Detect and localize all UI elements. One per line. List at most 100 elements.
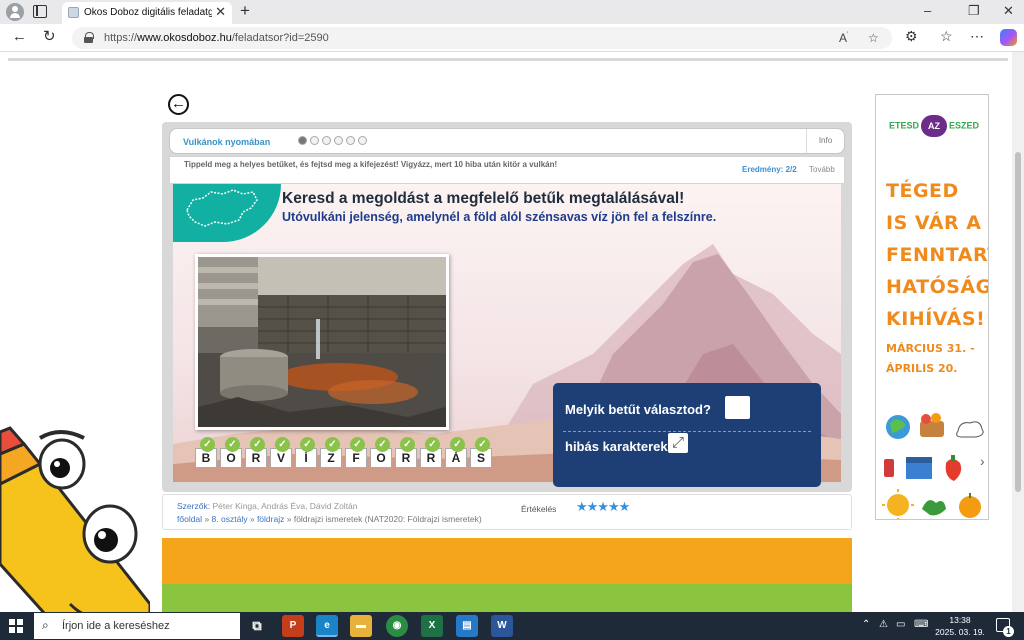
address-bar: ← ↻ https://www.okosdoboz.hu/feladatsor?… [0,24,1024,52]
tab-actions-icon[interactable] [33,5,47,18]
exercise-meta: Szerzők: Péter Kinga, András Éva, Dávid … [162,494,852,530]
check-icon: ✓ [475,437,490,452]
wrong-characters-label: hibás karakterek: [565,439,672,454]
exercise-header: Vulkánok nyomában Info [169,128,845,154]
instruction-bar: Tippeld meg a helyes betűket, és fejtsd … [169,156,845,184]
clock-date: 2025. 03. 19. [935,627,985,637]
url-text: https://www.okosdoboz.hu/feladatsor?id=2… [104,32,329,44]
check-icon: ✓ [425,437,440,452]
rating-stars[interactable]: ★★★★★ [576,499,630,515]
notification-count: 1 [1003,626,1014,637]
letter-tile: R ✓ [395,437,417,468]
favorites-icon[interactable]: ☆ [940,29,953,43]
tray-chevron-icon[interactable]: ⌃ [862,619,870,630]
chrome-icon[interactable]: ◉ [386,615,408,637]
ad-logo: ETESD AZ ESZED [889,115,979,137]
next-button[interactable]: Tovább [809,165,835,174]
taskbar-search[interactable]: ⌕ Írjon ide a kereséshez [34,613,240,639]
system-clock[interactable]: 13:38 2025. 03. 19. [935,614,985,638]
web-page: ← Vulkánok nyomában Info Tippeld meg a h… [0,52,1012,612]
authors: Szerzők: Péter Kinga, András Éva, Dávid … [177,501,358,511]
tab-favicon-icon [68,7,79,18]
breadcrumb-subject-link[interactable]: földrajz [257,514,284,524]
back-icon[interactable]: ← [12,29,27,44]
copilot-icon[interactable] [1000,29,1017,46]
edge-icon[interactable]: e [316,615,338,637]
tab-close-icon[interactable]: ✕ [215,5,226,18]
profile-icon[interactable] [6,3,24,21]
letter-tiles: B ✓ O ✓ R ✓ V ✓ Í ✓ Z ✓ F ✓ O ✓ R ✓ R ✓ Á ✓ S ✓ [195,437,492,468]
excel-icon[interactable]: X [421,615,443,637]
letter-input[interactable] [725,396,750,419]
powerpoint-icon[interactable]: P [282,615,304,637]
check-icon: ✓ [275,437,290,452]
windows-taskbar: ⌕ Írjon ide a kereséshez ⧉ P e ▬ ◉ X ▤ W… [0,612,1024,640]
progress-dot[interactable] [310,136,319,145]
keyboard-icon[interactable]: ⌨ [914,619,928,630]
ad-banner[interactable]: ETESDAZESZED TÉGED IS VÁR A FENNTART-HAT… [875,94,989,520]
tab-title: Okos Doboz digitális feladatgyűjt [84,7,212,18]
hungary-map-icon [186,189,258,227]
search-placeholder: Írjon ide a kereséshez [62,620,170,632]
store-icon[interactable]: ▤ [456,615,478,637]
mineral-spring-image [198,257,446,427]
progress-dot[interactable] [298,136,307,145]
progress-dots [298,136,367,145]
maximize-button[interactable]: ❐ [968,4,980,17]
letter-tile: Z ✓ [320,437,342,468]
progress-dot[interactable] [334,136,343,145]
page-divider [8,58,1008,61]
more-menu-icon[interactable]: ⋯ [970,29,984,43]
letter-tile: Á ✓ [445,437,467,468]
reload-icon[interactable]: ↻ [43,29,56,44]
task-view-icon[interactable]: ⧉ [246,615,268,637]
check-icon: ✓ [375,437,390,452]
progress-dot[interactable] [346,136,355,145]
letter-tile: F ✓ [345,437,367,468]
check-icon: ✓ [400,437,415,452]
panel-divider [563,431,811,432]
start-button-icon[interactable] [9,619,23,633]
pencil-mascot-icon [0,426,150,612]
check-icon: ✓ [325,437,340,452]
breadcrumb-topic: földrajzi ismeretek (NAT2020: Földrajzi … [293,514,482,524]
extensions-icon[interactable]: ⚙ [905,29,918,43]
check-icon: ✓ [300,437,315,452]
progress-dot[interactable] [322,136,331,145]
letter-tile: O ✓ [220,437,242,468]
page-scrollbar[interactable] [1012,52,1024,612]
browser-tab-active[interactable]: Okos Doboz digitális feladatgyűjt ✕ [62,2,232,24]
file-explorer-icon[interactable]: ▬ [350,615,372,637]
browser-tab-strip: Okos Doboz digitális feladatgyűjt ✕ + – … [0,0,1024,24]
task-heading: Keresd a megoldást a megfelelő betűk meg… [282,190,685,207]
breadcrumb-grade-link[interactable]: 8. osztály [212,514,248,524]
display-icon[interactable]: ▭ [896,619,905,630]
result-counter: Eredmény: 2/2 [742,165,797,174]
breadcrumb-home-link[interactable]: főoldal [177,514,202,524]
task-clue: Utóvulkáni jelenség, amelynél a föld aló… [282,210,717,224]
exercise-title: Vulkánok nyomában [183,137,271,147]
breadcrumb: főoldal » 8. osztály » földrajz » földra… [177,514,482,524]
letter-tile: V ✓ [270,437,292,468]
footer-orange-band [162,538,852,584]
close-window-button[interactable]: ✕ [1003,4,1014,17]
read-aloud-icon[interactable]: Aʼ [839,31,849,45]
new-tab-button[interactable]: + [240,2,250,19]
network-icon[interactable]: ⚠ [879,619,888,630]
fullscreen-icon[interactable]: ⤢ [668,433,688,453]
info-button[interactable]: Info [806,129,844,153]
exercise-frame: Vulkánok nyomában Info Tippeld meg a hel… [162,122,852,492]
ad-food-icons [882,413,984,519]
back-arrow-icon[interactable]: ← [168,94,189,115]
lock-icon [84,32,94,43]
rating-label: Értékelés [521,504,557,514]
favorite-star-icon[interactable]: ☆ [868,31,879,45]
ad-next-arrow[interactable]: › [980,453,985,469]
progress-dot[interactable] [358,136,367,145]
minimize-button[interactable]: – [924,4,931,17]
word-icon[interactable]: W [491,615,513,637]
scrollbar-thumb[interactable] [1015,152,1021,492]
spring-photo [195,254,449,430]
url-field[interactable]: https://www.okosdoboz.hu/feladatsor?id=2… [72,27,892,49]
check-icon: ✓ [250,437,265,452]
